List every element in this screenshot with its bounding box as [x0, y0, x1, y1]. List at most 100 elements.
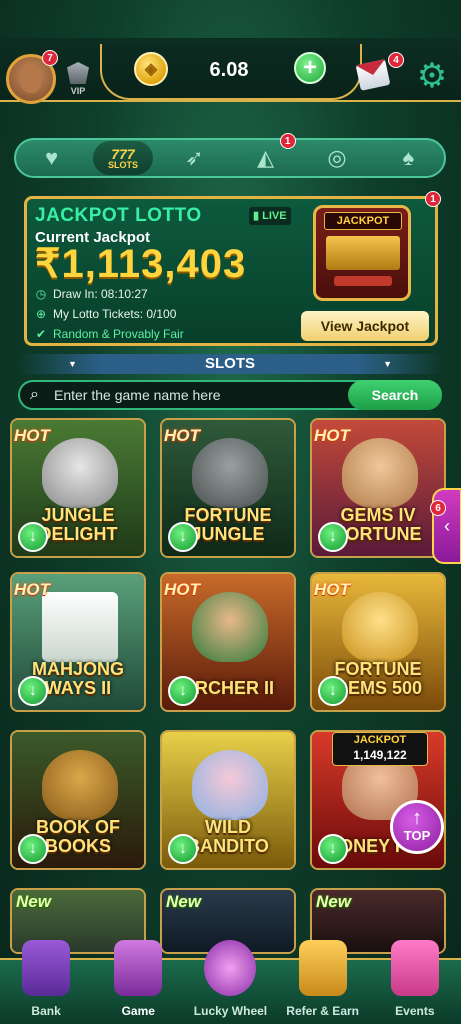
jackpot-counter: JACKPOT 1,149,122 — [332, 732, 428, 766]
hot-tag: HOT — [314, 426, 350, 445]
search-icon: ⌕ — [30, 386, 39, 403]
game-card[interactable]: MAHJONG WAYS II HOT ↓ — [10, 572, 146, 712]
nav-game[interactable]: Game — [94, 940, 182, 1024]
game-card[interactable]: BOOK OF BOOKS ↓ — [10, 730, 146, 870]
draw-in-row: ◷ Draw In: 08:10:27 — [35, 287, 148, 301]
jackpot-lotto-panel[interactable]: JACKPOT LOTTO ▮ LIVE Current Jackpot ₹1,… — [24, 191, 441, 346]
game-search: ⌕ Search — [18, 380, 442, 410]
jackpot-machine-label: JACKPOT — [324, 212, 402, 230]
game-card[interactable]: FORTUNE GEMS 500 HOT ↓ — [310, 572, 446, 712]
search-input[interactable] — [54, 384, 344, 406]
tab-favorites[interactable]: ♥ — [22, 141, 82, 175]
draw-in-text: Draw In: 08:10:27 — [53, 287, 148, 301]
hot-tag: HOT — [164, 580, 200, 599]
download-icon[interactable]: ↓ — [318, 834, 348, 864]
category-tabs: ♥ 777 SLOTS ➶ ◭ 1 ◎ ♠ — [14, 133, 446, 178]
new-tag: New — [16, 892, 51, 911]
tab-fishing[interactable]: ◭ 1 — [236, 133, 296, 175]
knight-character — [42, 750, 118, 820]
monkey-character — [192, 438, 268, 508]
new-tag: New — [166, 892, 201, 911]
tab-slots[interactable]: 777 SLOTS — [92, 141, 153, 175]
hot-tag: HOT — [164, 426, 200, 445]
jackpot-amount: ₹1,113,403 — [35, 242, 247, 286]
skull-character — [192, 750, 268, 820]
mail-icon[interactable] — [355, 59, 391, 91]
jackpot-machine-screen — [326, 236, 400, 270]
fishing-badge: 1 — [279, 133, 296, 149]
download-icon[interactable]: ↓ — [168, 522, 198, 552]
slots-777-label: 777 — [111, 145, 135, 162]
tab-cards[interactable]: ♠ — [378, 141, 438, 175]
side-tab-badge: 6 — [430, 500, 446, 516]
gift-icon — [390, 940, 439, 996]
game-card[interactable]: GEMS IV FORTUNE HOT ↓ — [310, 418, 446, 558]
arrow-down-icon: ▼ — [68, 359, 77, 369]
jackpot-counter-label: JACKPOT — [353, 734, 407, 746]
nav-refer-earn[interactable]: Refer & Earn — [279, 940, 367, 1024]
heart-icon: ♥ — [45, 145, 59, 170]
chevron-left-icon: ‹ — [444, 516, 450, 536]
game-card[interactable]: FORTUNE JUNGLE HOT ↓ — [160, 418, 296, 558]
roulette-icon: ◎ — [327, 145, 347, 170]
queen-character — [342, 438, 418, 508]
bottom-nav: Bank Game Lucky Wheel Refer & Earn Event… — [0, 940, 461, 1024]
jackpot-machine-image: JACKPOT — [313, 205, 411, 301]
search-button[interactable]: Search — [348, 380, 442, 410]
live-badge: ▮ LIVE — [249, 207, 291, 225]
tickets-row: ⊕ My Lotto Tickets: 0/100 — [35, 307, 176, 321]
nav-refer-earn-label: Refer & Earn — [286, 1004, 359, 1018]
bank-icon — [22, 940, 71, 996]
download-icon[interactable]: ↓ — [168, 834, 198, 864]
playing-cards-icon: ♠ — [402, 145, 415, 170]
download-icon[interactable]: ↓ — [18, 834, 48, 864]
hot-tag: HOT — [14, 580, 50, 599]
nav-lucky-wheel-label: Lucky Wheel — [193, 1004, 268, 1018]
hot-tag: HOT — [314, 580, 350, 599]
clock-icon: ◷ — [35, 287, 47, 301]
lucky-wheel-icon — [204, 940, 257, 996]
slots-tab-label: SLOTS — [107, 159, 138, 170]
download-icon[interactable]: ↓ — [318, 676, 348, 706]
nav-lucky-wheel[interactable]: Lucky Wheel — [186, 940, 274, 1024]
mail-badge: 4 — [388, 52, 404, 68]
view-jackpot-button[interactable]: View Jackpot — [301, 311, 429, 341]
slots-section-title: SLOTS — [204, 355, 255, 372]
lemur-character — [42, 438, 118, 508]
ticket-icon: ⊕ — [35, 307, 47, 321]
gear-icon[interactable]: ⚙ — [416, 59, 448, 93]
balance-value: 6.08 — [209, 59, 249, 81]
game-card[interactable]: ARCHER II HOT ↓ — [160, 572, 296, 712]
refer-icon — [298, 940, 347, 996]
download-icon[interactable]: ↓ — [318, 522, 348, 552]
scroll-top-button[interactable]: ↑ TOP — [390, 800, 444, 854]
mahjong-tile — [42, 592, 118, 662]
avatar-face — [20, 65, 42, 93]
download-icon[interactable]: ↓ — [18, 522, 48, 552]
shield-check-icon: ✔ — [35, 327, 47, 341]
scroll-top-label: TOP — [403, 828, 431, 843]
jackpot-badge: 1 — [425, 191, 441, 207]
download-icon[interactable]: ↓ — [18, 676, 48, 706]
game-card[interactable]: WILD BANDITO ↓ — [160, 730, 296, 870]
tab-live[interactable]: ◎ — [307, 141, 367, 175]
arrow-up-icon: ↑ — [412, 807, 422, 829]
nav-bank[interactable]: Bank — [2, 940, 90, 1024]
arrow-down-icon: ▼ — [383, 359, 392, 369]
game-grid: JUNGLE DELIGHT HOT ↓ FORTUNE JUNGLE HOT … — [0, 412, 461, 954]
tickets-text: My Lotto Tickets: 0/100 — [53, 307, 177, 321]
vip-label: VIP — [70, 86, 86, 96]
jackpot-counter-value: 1,149,122 — [353, 748, 407, 762]
tab-crash[interactable]: ➶ — [164, 141, 224, 175]
add-funds-button[interactable]: + — [294, 52, 326, 84]
nav-game-label: Game — [121, 1004, 155, 1018]
game-card[interactable]: JUNGLE DELIGHT HOT ↓ — [10, 418, 146, 558]
slots-777-icon: 777 SLOTS — [108, 147, 138, 170]
vip-icon[interactable]: VIP — [62, 62, 94, 100]
download-icon[interactable]: ↓ — [168, 676, 198, 706]
fair-text: Random & Provably Fair — [53, 327, 184, 341]
nav-events-label: Events — [395, 1004, 435, 1018]
nav-events[interactable]: Events — [371, 940, 459, 1024]
fair-row: ✔ Random & Provably Fair — [35, 327, 184, 341]
live-label: LIVE — [262, 210, 287, 222]
